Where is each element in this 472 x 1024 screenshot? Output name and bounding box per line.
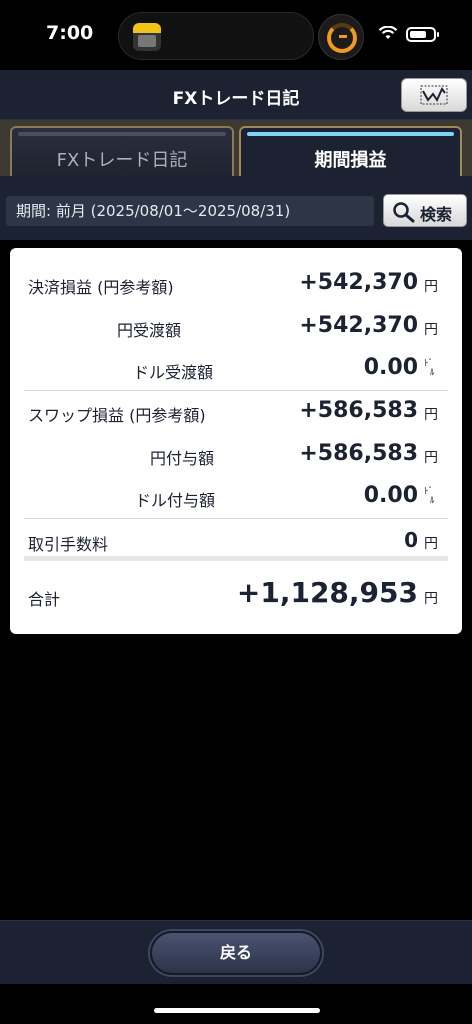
yen-received-value: +542,370 xyxy=(299,313,418,338)
period-field[interactable]: 期間: 前月 (2025/08/01～2025/08/31) xyxy=(6,196,374,226)
search-button[interactable]: 検索 xyxy=(383,194,467,227)
dynamic-island xyxy=(118,12,314,60)
yen-unit: 円 xyxy=(424,536,438,552)
home-indicator[interactable] xyxy=(154,1008,320,1013)
bottom-bar: 戻る xyxy=(0,920,472,984)
period-row: 期間: 前月 (2025/08/01～2025/08/31) 検索 xyxy=(0,176,472,240)
dollar-received-value: 0.00 xyxy=(363,355,418,380)
divider xyxy=(24,518,448,519)
divider xyxy=(24,390,448,391)
tab-fx-trade-diary[interactable]: FXトレード日記 xyxy=(10,126,234,176)
dollar-unit-bottom: ﾙ xyxy=(430,496,435,506)
settlement-value: +542,370 xyxy=(299,270,418,295)
status-time: 7:00 xyxy=(46,22,94,44)
settlement-label: 決済損益 (円参考額) xyxy=(28,278,174,297)
tab-period-pnl[interactable]: 期間損益 xyxy=(239,126,462,176)
tab-indicator xyxy=(18,132,226,136)
chart-button[interactable] xyxy=(401,78,467,112)
commission-label: 取引手数料 xyxy=(28,535,109,554)
commission-value: 0 xyxy=(404,528,418,552)
summary-card: 決済損益 (円参考額) +542,370 円 円受渡額 +542,370 円 ド… xyxy=(10,248,462,634)
total-value: +1,128,953 xyxy=(236,576,418,609)
dollar-received-label: ドル受渡額 xyxy=(133,363,214,382)
tab-indicator-active xyxy=(247,132,454,136)
yen-granted-label: 円付与額 xyxy=(150,449,215,468)
yen-unit: 円 xyxy=(424,450,438,466)
wifi-icon xyxy=(378,26,398,39)
tab-label: FXトレード日記 xyxy=(56,150,188,171)
yen-unit: 円 xyxy=(424,279,438,295)
dollar-granted-label: ドル付与額 xyxy=(135,491,216,510)
nav-header: FXトレード日記 xyxy=(0,70,472,120)
divider-thick xyxy=(24,556,448,561)
dollar-unit-bottom: ﾙ xyxy=(430,368,435,378)
swap-value: +586,583 xyxy=(299,398,418,423)
timer-icon xyxy=(318,14,364,60)
yen-received-label: 円受渡額 xyxy=(117,321,182,340)
yen-granted-value: +586,583 xyxy=(299,441,418,466)
dollar-granted-value: 0.00 xyxy=(363,483,418,508)
tab-label: 期間損益 xyxy=(314,150,387,171)
battery-icon xyxy=(406,27,439,42)
total-label: 合計 xyxy=(28,590,61,609)
swap-label: スワップ損益 (円参考額) xyxy=(28,406,206,425)
app-icon xyxy=(133,23,161,51)
yen-unit: 円 xyxy=(424,407,438,423)
search-icon xyxy=(393,202,415,223)
tab-bar: FXトレード日記 期間損益 xyxy=(0,120,472,176)
search-label: 検索 xyxy=(420,205,453,224)
status-bar: 7:00 xyxy=(0,0,472,70)
yen-unit: 円 xyxy=(424,591,438,607)
yen-unit: 円 xyxy=(424,322,438,338)
line-chart-icon xyxy=(420,85,448,105)
back-button[interactable]: 戻る xyxy=(150,931,322,975)
